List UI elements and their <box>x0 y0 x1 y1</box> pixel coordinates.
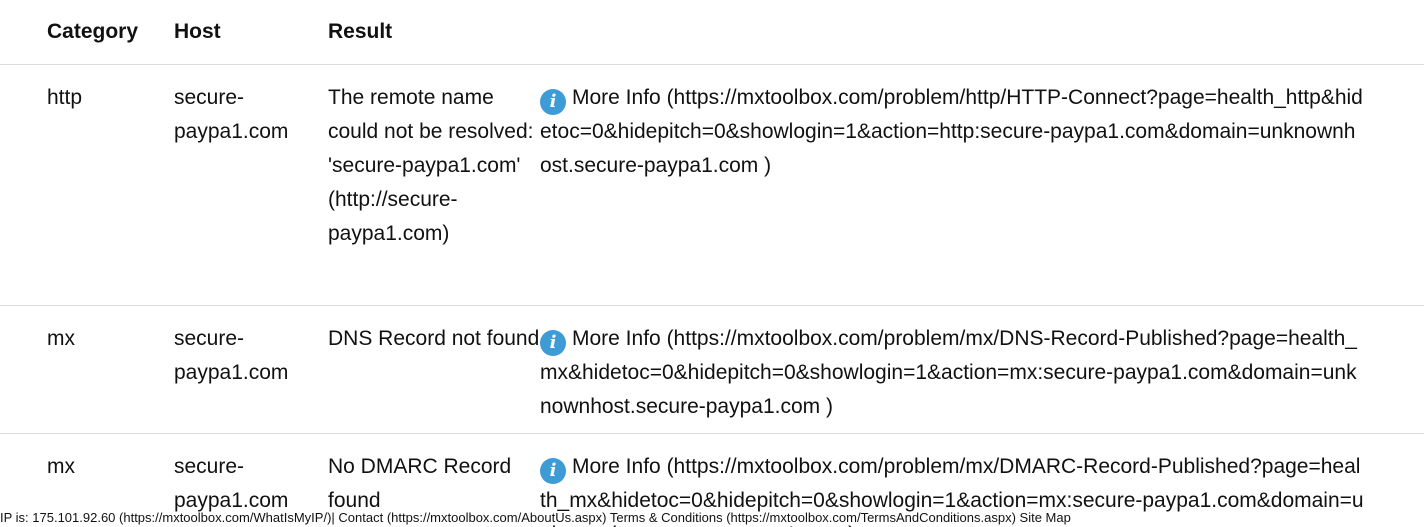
more-info-url: (https://mxtoolbox.com/problem/http/HTTP… <box>540 86 1363 177</box>
more-info-url: (https://mxtoolbox.com/problem/mx/DNS-Re… <box>540 327 1357 418</box>
footer-ip-link[interactable]: IP is: 175.101.92.60 (https://mxtoolbox.… <box>0 510 335 525</box>
table-row: mx secure-paypa1.com DNS Record not foun… <box>0 305 1424 434</box>
header-category: Category <box>0 0 174 65</box>
row-category: mx <box>0 305 174 434</box>
row-more-info: i More Info (https://mxtoolbox.com/proble… <box>540 64 1424 306</box>
footer-contact-link[interactable]: Contact (https://mxtoolbox.com/AboutUs.a… <box>338 510 606 525</box>
header-info <box>540 0 1424 65</box>
row-category: http <box>0 64 174 306</box>
row-more-info: i More Info (https://mxtoolbox.com/proble… <box>540 305 1424 434</box>
row-result: The remote name could not be resolved: '… <box>328 64 540 306</box>
info-icon[interactable]: i <box>540 89 566 115</box>
footer-terms-link[interactable]: Terms & Conditions (https://mxtoolbox.co… <box>610 510 1016 525</box>
page: Category Host Result http secure-paypa1.… <box>0 0 1424 527</box>
row-host: secure-paypa1.com <box>174 64 328 306</box>
row-result: DNS Record not found <box>328 305 540 434</box>
results-table: Category Host Result http secure-paypa1.… <box>0 0 1424 527</box>
info-icon[interactable]: i <box>540 330 566 356</box>
row-host: secure-paypa1.com <box>174 305 328 434</box>
header-host: Host <box>174 0 328 65</box>
footer-sitemap-link[interactable]: Site Map <box>1020 510 1071 525</box>
more-info-link[interactable]: More Info <box>572 327 661 350</box>
header-result: Result <box>328 0 540 65</box>
page-footer: IP is: 175.101.92.60 (https://mxtoolbox.… <box>0 509 1424 527</box>
more-info-link[interactable]: More Info <box>572 455 661 478</box>
info-icon[interactable]: i <box>540 458 566 484</box>
table-header-row: Category Host Result <box>0 0 1424 65</box>
table-row: http secure-paypa1.com The remote name c… <box>0 64 1424 306</box>
more-info-link[interactable]: More Info <box>572 86 661 109</box>
